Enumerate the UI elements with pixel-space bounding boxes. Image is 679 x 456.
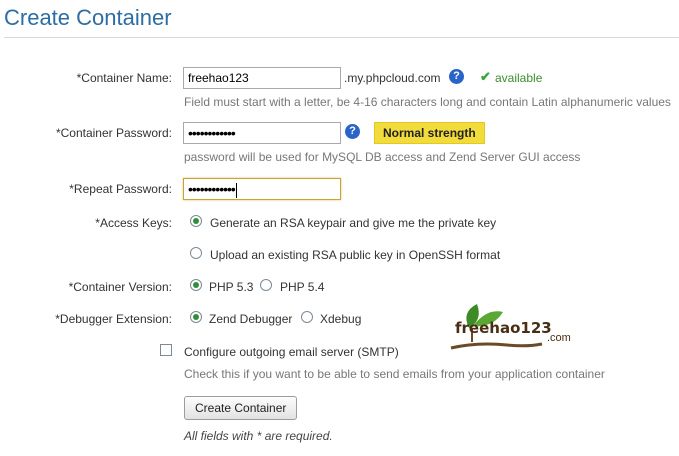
availability-status: available (495, 71, 543, 85)
smtp-help: Check this if you want to be able to sen… (184, 367, 605, 381)
question-icon[interactable]: ? (449, 69, 464, 84)
radio-upload-rsa-label[interactable]: Upload an existing RSA public key in Ope… (210, 248, 500, 262)
repeat-password-label: *Repeat Password: (69, 182, 172, 196)
create-container-button[interactable]: Create Container (184, 396, 298, 420)
debugger-extension-label: *Debugger Extension: (55, 312, 172, 326)
container-version-label: *Container Version: (68, 280, 172, 294)
password-strength-badge: Normal strength (374, 122, 485, 144)
radio-xdebug-label[interactable]: Xdebug (320, 312, 361, 326)
radio-php54[interactable] (260, 279, 272, 291)
repeat-password-input[interactable]: •••••••••••• (183, 178, 341, 200)
radio-zend-debugger-label[interactable]: Zend Debugger (209, 312, 292, 326)
radio-zend-debugger[interactable] (190, 311, 202, 323)
watermark-suffix: .com (547, 332, 571, 344)
domain-suffix: .my.phpcloud.com (344, 71, 441, 85)
required-note: All fields with * are required. (184, 429, 333, 443)
title-divider (4, 37, 679, 38)
text-caret (235, 182, 237, 198)
question-icon[interactable]: ? (345, 124, 360, 139)
page-title: Create Container (4, 5, 172, 30)
checkmark-icon: ✔ (480, 69, 491, 84)
radio-php54-label[interactable]: PHP 5.4 (280, 280, 324, 294)
radio-xdebug[interactable] (301, 311, 313, 323)
container-password-help: password will be used for MySQL DB acces… (184, 150, 581, 164)
access-keys-label: *Access Keys: (95, 216, 172, 230)
container-name-help: Field must start with a letter, be 4-16 … (184, 95, 671, 109)
container-name-input[interactable]: freehao123 (183, 67, 341, 89)
radio-generate-rsa[interactable] (190, 215, 202, 227)
container-password-input[interactable]: •••••••••••• (183, 122, 341, 144)
repeat-password-value: •••••••••••• (188, 181, 236, 197)
container-password-label: *Container Password: (55, 126, 172, 140)
smtp-label[interactable]: Configure outgoing email server (SMTP) (184, 345, 399, 359)
radio-upload-rsa[interactable] (190, 247, 202, 259)
container-name-label: *Container Name: (76, 71, 172, 85)
radio-php53-label[interactable]: PHP 5.3 (209, 280, 253, 294)
radio-php53[interactable] (190, 279, 202, 291)
radio-generate-rsa-label[interactable]: Generate an RSA keypair and give me the … (210, 216, 496, 230)
smtp-checkbox[interactable] (160, 344, 172, 356)
watermark-text: freehao123 (455, 319, 552, 337)
freehao123-watermark: freehao123 .com (447, 298, 577, 356)
